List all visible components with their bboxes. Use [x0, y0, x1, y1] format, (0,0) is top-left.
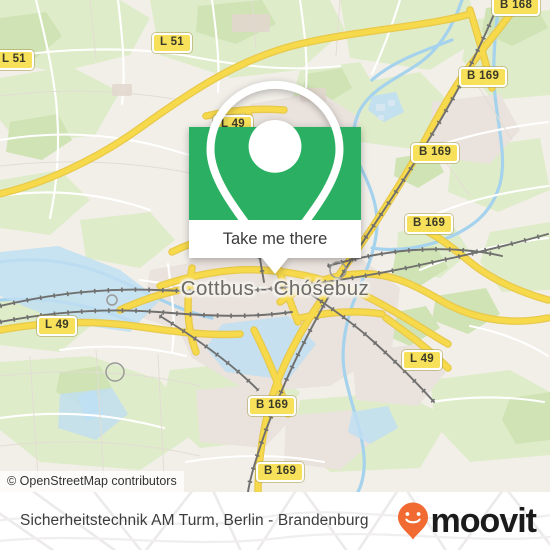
callout-tail [262, 258, 288, 274]
moovit-pin-smiley-icon [397, 502, 428, 540]
moovit-map-screenshot: L 51 L 51 B 168 B 169 B 169 B 169 L 49 L… [0, 0, 550, 550]
road-shield: L 51 [0, 50, 35, 70]
osm-attribution[interactable]: © OpenStreetMap contributors [0, 471, 184, 492]
map-pin-icon [206, 80, 344, 267]
road-shield: L 49 [402, 350, 443, 370]
map-canvas[interactable]: L 51 L 51 B 168 B 169 B 169 B 169 L 49 L… [0, 0, 550, 492]
road-shield: L 49 [37, 316, 78, 336]
road-shield: B 169 [256, 462, 305, 482]
location-callout-card[interactable]: Take me there [189, 80, 361, 274]
road-shield: B 169 [405, 214, 454, 234]
moovit-wordmark: moovit [430, 502, 537, 540]
road-shield: L 51 [152, 33, 193, 53]
moovit-logo[interactable]: moovit [396, 501, 537, 541]
road-shield: B 169 [459, 67, 508, 87]
road-shield: B 169 [411, 143, 460, 163]
callout-header [189, 80, 361, 267]
page-title: Sicherheitstechnik AM Turm, Berlin - Bra… [20, 512, 369, 529]
road-shield: B 168 [492, 0, 541, 16]
footer-bar: Sicherheitstechnik AM Turm, Berlin - Bra… [0, 492, 550, 550]
